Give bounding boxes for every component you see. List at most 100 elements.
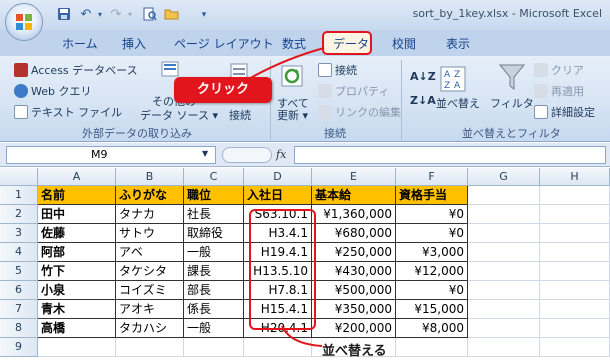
table-cell[interactable]: タカハシ (116, 319, 184, 338)
reapply-button[interactable]: 再適用 (534, 83, 584, 99)
table-cell[interactable]: 竹下 (38, 262, 116, 281)
table-cell[interactable]: ¥3,000 (396, 243, 468, 262)
empty-cell[interactable] (468, 224, 540, 243)
header-cell[interactable]: 基本給 (312, 186, 396, 205)
column-header[interactable]: A (38, 168, 116, 186)
table-cell[interactable]: ¥15,000 (396, 300, 468, 319)
table-cell[interactable]: サトウ (116, 224, 184, 243)
table-cell[interactable]: ¥350,000 (312, 300, 396, 319)
empty-cell[interactable] (540, 281, 610, 300)
table-cell[interactable]: 青木 (38, 300, 116, 319)
empty-cell[interactable] (38, 338, 116, 357)
empty-cell[interactable] (468, 186, 540, 205)
row-header[interactable]: 4 (0, 243, 38, 262)
table-cell[interactable]: アベ (116, 243, 184, 262)
empty-cell[interactable] (540, 224, 610, 243)
tab-view[interactable]: 表示 (446, 35, 470, 53)
table-cell[interactable]: 田中 (38, 205, 116, 224)
table-cell[interactable]: H3.4.1 (244, 224, 312, 243)
table-cell[interactable]: H15.4.1 (244, 300, 312, 319)
table-cell[interactable]: 部長 (184, 281, 244, 300)
row-header[interactable]: 7 (0, 300, 38, 319)
formula-bar-splitter[interactable] (222, 147, 272, 163)
table-cell[interactable]: 一般 (184, 319, 244, 338)
empty-cell[interactable] (540, 205, 610, 224)
table-cell[interactable]: 課長 (184, 262, 244, 281)
header-cell[interactable]: 職位 (184, 186, 244, 205)
table-cell[interactable]: タナカ (116, 205, 184, 224)
save-icon[interactable] (56, 7, 72, 23)
table-cell[interactable]: 小泉 (38, 281, 116, 300)
header-cell[interactable]: 名前 (38, 186, 116, 205)
sort-ascending-icon[interactable]: A↓Z (410, 70, 436, 83)
table-cell[interactable]: ¥500,000 (312, 281, 396, 300)
redo-dropdown-icon[interactable]: ▾ (122, 7, 138, 23)
table-cell[interactable]: ¥680,000 (312, 224, 396, 243)
empty-cell[interactable] (540, 243, 610, 262)
name-box-dropdown-icon[interactable]: ▼ (202, 149, 208, 158)
undo-dropdown-icon[interactable]: ▾ (92, 7, 108, 23)
table-cell[interactable]: ¥0 (396, 205, 468, 224)
table-cell[interactable]: ¥0 (396, 281, 468, 300)
insert-function-button[interactable]: fx (276, 148, 286, 161)
table-cell[interactable]: 高橋 (38, 319, 116, 338)
header-cell[interactable]: ふりがな (116, 186, 184, 205)
empty-cell[interactable] (468, 205, 540, 224)
header-cell[interactable]: 資格手当 (396, 186, 468, 205)
column-header[interactable]: C (184, 168, 244, 186)
filter-button[interactable]: フィルタ (490, 95, 534, 111)
empty-cell[interactable] (540, 338, 610, 357)
customize-qat-icon[interactable]: ▾ (196, 7, 212, 23)
empty-cell[interactable] (468, 281, 540, 300)
table-cell[interactable]: アオキ (116, 300, 184, 319)
advanced-filter-button[interactable]: 詳細設定 (534, 104, 595, 120)
row-header[interactable]: 3 (0, 224, 38, 243)
table-cell[interactable]: 取締役 (184, 224, 244, 243)
table-cell[interactable]: ¥430,000 (312, 262, 396, 281)
empty-cell[interactable] (116, 338, 184, 357)
print-preview-icon[interactable] (142, 7, 158, 23)
row-header[interactable]: 6 (0, 281, 38, 300)
table-cell[interactable]: コイズミ (116, 281, 184, 300)
table-cell[interactable]: H13.5.10 (244, 262, 312, 281)
column-header[interactable]: F (396, 168, 468, 186)
column-header[interactable]: H (540, 168, 610, 186)
empty-cell[interactable] (468, 300, 540, 319)
table-cell[interactable]: タケシタ (116, 262, 184, 281)
table-cell[interactable]: 社長 (184, 205, 244, 224)
column-header[interactable]: B (116, 168, 184, 186)
edit-links-button[interactable]: リンクの編集 (318, 104, 401, 120)
table-cell[interactable]: 阿部 (38, 243, 116, 262)
empty-cell[interactable] (540, 262, 610, 281)
tab-insert[interactable]: 挿入 (122, 35, 146, 53)
empty-cell[interactable] (468, 319, 540, 338)
empty-cell[interactable] (468, 262, 540, 281)
table-cell[interactable]: ¥1,360,000 (312, 205, 396, 224)
tab-home[interactable]: ホーム (62, 35, 98, 53)
formula-input[interactable] (294, 146, 606, 164)
table-cell[interactable]: H7.8.1 (244, 281, 312, 300)
empty-cell[interactable] (184, 338, 244, 357)
table-cell[interactable]: ¥0 (396, 224, 468, 243)
table-cell[interactable]: ¥12,000 (396, 262, 468, 281)
empty-cell[interactable] (540, 186, 610, 205)
table-cell[interactable]: 佐藤 (38, 224, 116, 243)
select-all-corner[interactable] (0, 168, 38, 186)
column-header[interactable]: G (468, 168, 540, 186)
empty-cell[interactable] (540, 300, 610, 319)
row-header[interactable]: 1 (0, 186, 38, 205)
sort-button[interactable]: 並べ替え (436, 95, 480, 111)
row-header[interactable]: 2 (0, 205, 38, 224)
table-cell[interactable]: ¥250,000 (312, 243, 396, 262)
empty-cell[interactable] (468, 243, 540, 262)
access-database-button[interactable]: Access データベース (14, 62, 138, 78)
table-cell[interactable]: H19.4.1 (244, 243, 312, 262)
refresh-all-button[interactable]: 更新 ▾ (277, 107, 308, 123)
header-cell[interactable]: 入社日 (244, 186, 312, 205)
office-button[interactable] (5, 3, 43, 41)
empty-cell[interactable] (396, 338, 468, 357)
empty-cell[interactable] (468, 338, 540, 357)
table-cell[interactable]: ¥8,000 (396, 319, 468, 338)
column-header[interactable]: E (312, 168, 396, 186)
open-folder-icon[interactable] (164, 7, 180, 23)
